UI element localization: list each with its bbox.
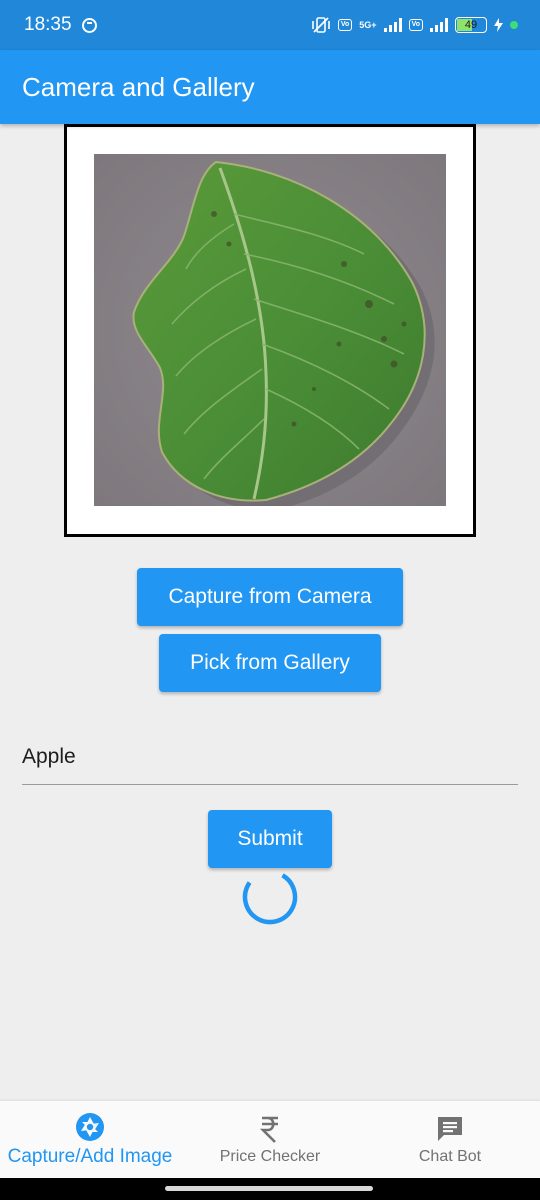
signal-icon-1 <box>383 18 402 32</box>
submit-button[interactable]: Submit <box>208 810 332 868</box>
nav-label-chat-bot: Chat Bot <box>418 1147 482 1165</box>
pick-from-gallery-button[interactable]: Pick from Gallery <box>159 634 381 692</box>
status-time: 18:35 <box>24 14 72 35</box>
capture-from-camera-button[interactable]: Capture from Camera <box>137 568 403 626</box>
nav-item-capture-add-image[interactable]: Capture/Add Image <box>0 1101 180 1178</box>
bottom-navigation: Capture/Add Image Price Checker Chat Bot <box>0 1101 540 1178</box>
leaf-illustration <box>94 154 446 506</box>
rupee-icon <box>259 1116 278 1143</box>
loading-spinner-icon <box>242 869 298 925</box>
nav-item-chat-bot[interactable]: Chat Bot <box>360 1101 540 1178</box>
status-right: Vo 5G+ Vo 49 <box>311 16 518 34</box>
app-bar: Camera and Gallery <box>0 50 540 124</box>
status-left: 18:35 <box>24 14 97 36</box>
page-title: Camera and Gallery <box>22 71 255 102</box>
battery-level: 49 <box>464 19 478 31</box>
status-bar: 18:35 Vo 5G+ Vo 49 <box>0 0 540 50</box>
network-type: 5G+ <box>359 20 377 30</box>
camera-shutter-icon <box>76 1112 104 1141</box>
system-navigation-bar <box>0 1178 540 1200</box>
battery-icon: 49 <box>455 17 487 33</box>
nav-label-price-checker: Price Checker <box>219 1147 321 1165</box>
chat-icon <box>438 1116 462 1141</box>
notification-icon <box>81 17 97 33</box>
nav-item-price-checker[interactable]: Price Checker <box>180 1101 360 1178</box>
charging-icon <box>494 18 503 32</box>
volte-badge: Vo <box>408 19 423 31</box>
vowifi-badge: Vo <box>337 19 353 31</box>
vibrate-off-icon <box>312 17 330 33</box>
privacy-indicator-dot <box>510 21 518 29</box>
image-preview-frame <box>64 124 476 537</box>
signal-icon-2 <box>430 18 448 32</box>
home-gesture-bar[interactable] <box>165 1186 373 1191</box>
leaf-image <box>94 154 446 506</box>
plant-name-input[interactable]: Apple <box>22 730 518 785</box>
nav-label-capture: Capture/Add Image <box>7 1145 173 1167</box>
